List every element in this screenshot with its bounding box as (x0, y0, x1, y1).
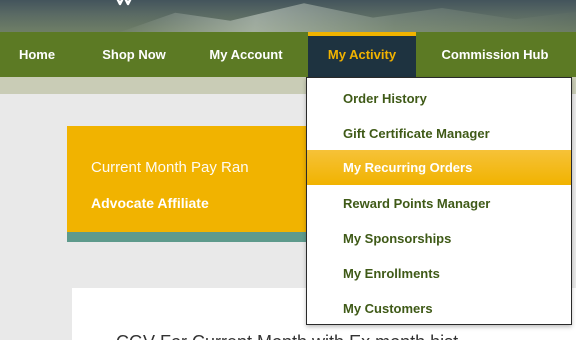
nav-my-account[interactable]: My Account (190, 32, 302, 77)
nav-my-activity-label: My Activity (327, 47, 397, 62)
nav-my-activity[interactable]: My Activity (308, 32, 416, 77)
pay-rank-value: Advocate Affiliate (91, 195, 209, 211)
nav-home[interactable]: Home (12, 32, 62, 77)
menu-item-my-enrollments[interactable]: My Enrollments (307, 256, 571, 291)
nav-shop-now[interactable]: Shop Now (88, 32, 180, 77)
banner-landscape (120, 3, 576, 32)
pay-rank-label: Current Month Pay Ran (91, 159, 249, 176)
menu-item-order-history[interactable]: Order History (307, 81, 571, 116)
menu-item-gift-certificate-manager[interactable]: Gift Certificate Manager (307, 116, 571, 151)
nav-commission-hub[interactable]: Commission Hub (422, 32, 568, 77)
cgv-title: CGV For Current Month with Ex month hist (116, 332, 458, 340)
main-nav: Home Shop Now My Account My Activity Com… (0, 32, 576, 77)
header-banner (0, 0, 576, 32)
star-logo-icon (116, 0, 132, 6)
menu-item-my-customers[interactable]: My Customers (307, 291, 571, 326)
my-activity-dropdown: Order History Gift Certificate Manager M… (306, 77, 572, 325)
menu-item-my-sponsorships[interactable]: My Sponsorships (307, 221, 571, 256)
menu-item-my-recurring-orders[interactable]: My Recurring Orders (307, 150, 571, 185)
menu-item-reward-points-manager[interactable]: Reward Points Manager (307, 186, 571, 221)
